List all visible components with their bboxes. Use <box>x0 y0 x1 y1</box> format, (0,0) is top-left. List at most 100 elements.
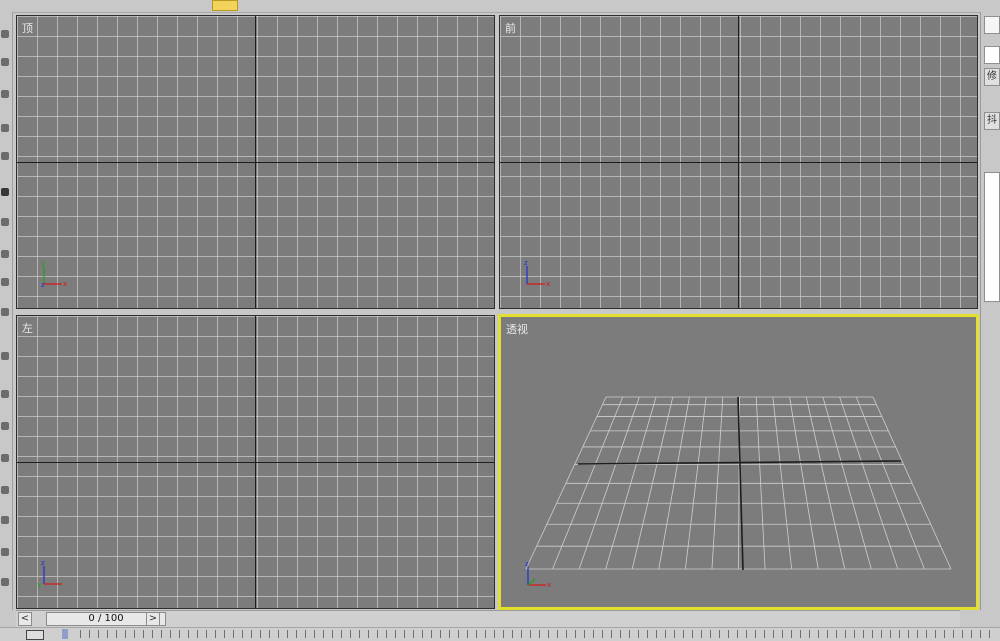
track-tick <box>179 630 180 638</box>
mirror-icon[interactable] <box>660 0 676 9</box>
tool-icon[interactable] <box>1 188 9 196</box>
time-marker <box>62 629 68 639</box>
tool-icon[interactable] <box>1 152 9 160</box>
track-tick <box>494 630 495 638</box>
tool-icon[interactable] <box>1 516 9 524</box>
tool-icon[interactable] <box>1 124 9 132</box>
track-tick <box>287 630 288 638</box>
time-slider[interactable]: < 0 / 100 > <box>16 610 960 627</box>
track-tick <box>746 630 747 638</box>
track-tick <box>332 630 333 638</box>
tool-icon[interactable] <box>1 278 9 286</box>
viewport-label[interactable]: 左 <box>22 320 33 336</box>
tool-icon[interactable] <box>1 58 9 66</box>
left-toolbar <box>0 12 13 610</box>
track-tick <box>854 630 855 638</box>
track-tick <box>98 630 99 638</box>
scale-tool-icon[interactable] <box>404 0 420 9</box>
tool-icon[interactable] <box>1 422 9 430</box>
region-select-icon[interactable] <box>274 0 300 9</box>
window-crossing-icon[interactable] <box>306 0 322 9</box>
axis-z-label: z <box>525 560 529 568</box>
track-tick <box>395 630 396 638</box>
track-tick <box>449 630 450 638</box>
track-tick <box>278 630 279 638</box>
render-frame-icon[interactable] <box>972 0 988 9</box>
tool-icon[interactable] <box>1 90 9 98</box>
material-editor-icon[interactable] <box>840 0 856 9</box>
tool-icon[interactable] <box>1 250 9 258</box>
key-filter-icon[interactable] <box>26 630 44 640</box>
object-list[interactable] <box>984 172 1000 302</box>
track-tick <box>521 630 522 638</box>
tool-icon[interactable] <box>1 454 9 462</box>
viewport-left[interactable]: 左 z y <box>16 315 495 609</box>
world-axis-horizontal <box>17 462 494 463</box>
unlink-icon[interactable] <box>92 0 108 9</box>
render-icon[interactable] <box>908 0 924 9</box>
track-tick <box>161 630 162 638</box>
snap-icon[interactable] <box>566 0 582 9</box>
axis-tripod-icon: z y <box>37 556 71 590</box>
render-setup-icon[interactable] <box>872 0 888 9</box>
track-tick <box>890 630 891 638</box>
track-tick <box>575 630 576 638</box>
tool-icon[interactable] <box>1 548 9 556</box>
track-tick <box>386 630 387 638</box>
select-link-icon[interactable] <box>60 0 76 9</box>
panel-field[interactable] <box>984 46 1000 64</box>
time-prev-button[interactable]: < <box>18 612 32 626</box>
track-tick <box>872 630 873 638</box>
track-tick <box>710 630 711 638</box>
world-axis-horizontal <box>500 162 977 163</box>
bind-icon[interactable] <box>120 0 136 9</box>
track-tick <box>197 630 198 638</box>
track-tick <box>89 630 90 638</box>
track-tick <box>530 630 531 638</box>
viewport-label[interactable]: 顶 <box>22 20 33 36</box>
track-tick <box>566 630 567 638</box>
track-tick <box>944 630 945 638</box>
track-tick <box>296 630 297 638</box>
track-tick <box>413 630 414 638</box>
create-tab-icon[interactable] <box>984 16 1000 34</box>
tool-icon[interactable] <box>1 486 9 494</box>
viewport-perspective[interactable]: 透视 z x <box>498 314 979 610</box>
track-tick <box>989 630 990 638</box>
tool-icon[interactable] <box>1 390 9 398</box>
rollout-label[interactable]: 抖 <box>984 112 1000 130</box>
track-tick <box>422 630 423 638</box>
track-tick <box>701 630 702 638</box>
track-tick <box>620 630 621 638</box>
track-tick <box>548 630 549 638</box>
tool-icon[interactable] <box>1 578 9 586</box>
spelling-icon[interactable] <box>690 0 712 9</box>
select-tool-icon[interactable] <box>212 0 238 11</box>
time-next-button[interactable]: > <box>146 612 160 626</box>
track-tick <box>827 630 828 638</box>
track-tick <box>557 630 558 638</box>
track-tick <box>152 630 153 638</box>
viewport-label[interactable]: 前 <box>505 20 516 36</box>
tool-icon[interactable] <box>1 308 9 316</box>
track-tick <box>836 630 837 638</box>
tool-icon[interactable] <box>1 218 9 226</box>
tool-icon[interactable] <box>1 30 9 38</box>
tool-icon[interactable] <box>1 352 9 360</box>
undo-icon[interactable] <box>32 0 48 9</box>
track-tick <box>377 630 378 638</box>
modify-tab[interactable]: 修 <box>984 68 1000 86</box>
select-by-name-icon[interactable] <box>244 0 260 9</box>
track-tick <box>476 630 477 638</box>
track-tick <box>584 630 585 638</box>
move-tool-icon[interactable] <box>346 0 362 9</box>
track-bar[interactable] <box>0 627 1000 641</box>
track-tick <box>215 630 216 638</box>
angle-snap-icon[interactable] <box>598 0 614 9</box>
quick-render-icon[interactable] <box>940 0 956 9</box>
axis-y-label: y <box>41 259 45 267</box>
viewport-front[interactable]: 前 z x <box>499 15 978 309</box>
axis-tripod-icon: z x <box>521 557 555 591</box>
rotate-tool-icon[interactable] <box>372 0 388 9</box>
viewport-top[interactable]: 顶 y x z <box>16 15 495 309</box>
